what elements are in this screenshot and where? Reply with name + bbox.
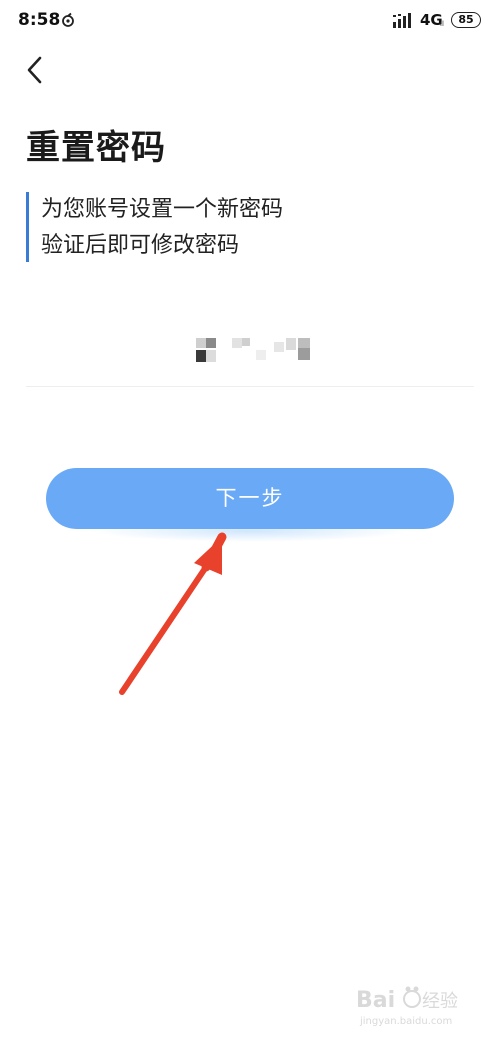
network-activity: ıl: [440, 20, 444, 28]
signal-icon: [393, 13, 411, 28]
description-line: 为您账号设置一个新密码: [41, 197, 284, 222]
masked-account-value: [196, 338, 310, 362]
svg-text:经验: 经验: [422, 991, 458, 1012]
account-field[interactable]: [26, 320, 474, 387]
page-title: 重置密码: [26, 128, 166, 168]
description-block: 为您账号设置一个新密码 验证后即可修改密码: [26, 192, 446, 262]
description-line: 验证后即可修改密码: [41, 233, 240, 258]
next-step-button[interactable]: 下一步: [46, 468, 454, 529]
reset-password-screen: 8:58 4G ıl 85 重置密码 为您账号设置一个新密码 验证后即可修改密码: [0, 0, 500, 1041]
chevron-left-icon: [27, 56, 42, 84]
battery-level: 85: [458, 13, 474, 26]
app-notification-icon: [62, 12, 74, 27]
svg-text:Bai: Bai: [356, 988, 395, 1013]
baidu-jingyan-logo: Bai 经验 jingyan.baidu.com: [356, 986, 458, 1027]
svg-text:jingyan.baidu.com: jingyan.baidu.com: [359, 1016, 452, 1027]
back-button[interactable]: [18, 52, 54, 88]
status-time: 8:58: [18, 10, 61, 30]
battery-icon: 85: [451, 12, 481, 28]
red-arrow-icon: [119, 532, 227, 695]
status-bar: 8:58 4G ıl 85: [0, 0, 500, 44]
